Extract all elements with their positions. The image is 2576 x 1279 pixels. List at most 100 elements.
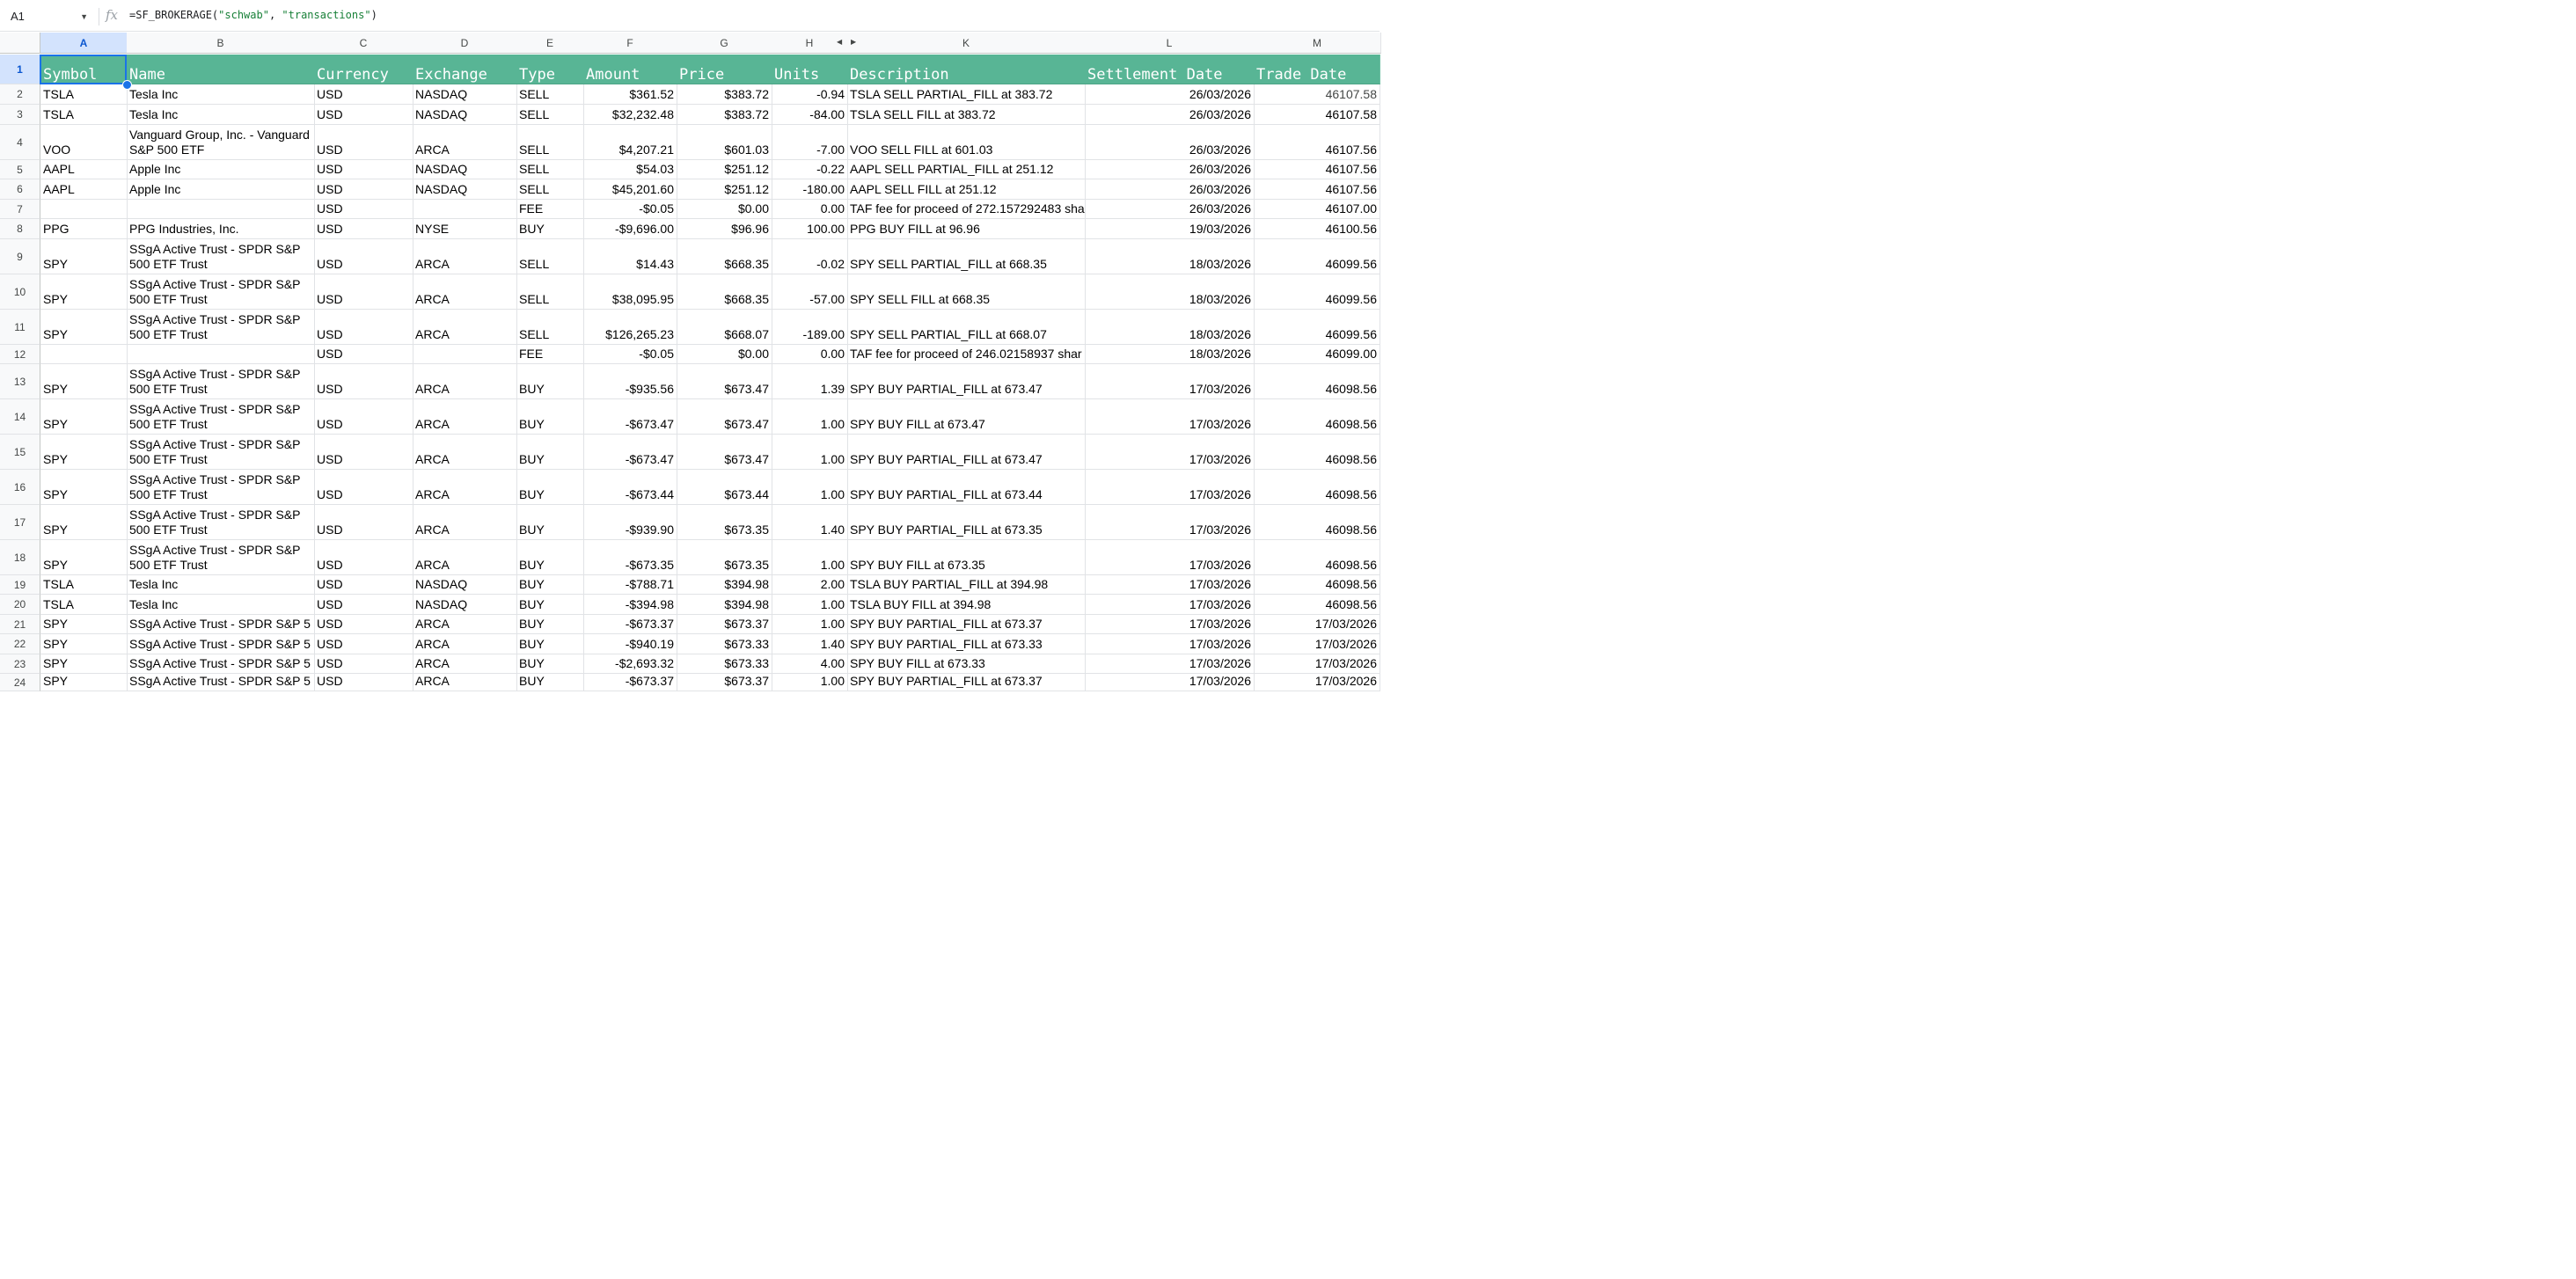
cell-name[interactable]: SSgA Active Trust - SPDR S&P 500 ETF Tru…	[127, 470, 315, 505]
cell-exchange[interactable]: ARCA	[413, 435, 517, 470]
cell-price[interactable]: $673.35	[677, 540, 772, 575]
header-cell-amount[interactable]: Amount	[583, 55, 677, 84]
cell-symbol[interactable]: TSLA	[40, 84, 128, 105]
cell-description[interactable]: AAPL SELL FILL at 251.12	[847, 179, 1086, 200]
cell-name[interactable]: Tesla Inc	[127, 105, 315, 125]
cell-symbol[interactable]: SPY	[40, 239, 128, 274]
cell-exchange[interactable]: ARCA	[413, 125, 517, 160]
column-header-d[interactable]: D	[413, 33, 517, 54]
cell-units[interactable]: -0.02	[772, 239, 848, 274]
cell-description[interactable]: SPY BUY PARTIAL_FILL at 673.47	[847, 435, 1086, 470]
name-box[interactable]: A1 ▼	[0, 4, 95, 29]
cell-name[interactable]	[127, 345, 315, 364]
cell-amount[interactable]: $4,207.21	[583, 125, 677, 160]
cell-units[interactable]: 1.00	[772, 470, 848, 505]
hidden-columns-right-arrow-icon[interactable]: ▶	[851, 38, 856, 46]
cell-type[interactable]: FEE	[516, 200, 584, 219]
cell-symbol[interactable]: PPG	[40, 219, 128, 239]
cell-type[interactable]: BUY	[516, 399, 584, 435]
cell-exchange[interactable]	[413, 345, 517, 364]
cell-symbol[interactable]: SPY	[40, 540, 128, 575]
cell-currency[interactable]: USD	[314, 200, 413, 219]
column-header-k[interactable]: K	[847, 33, 1086, 54]
cell-trade-date[interactable]: 46098.56	[1254, 505, 1380, 540]
cell-price[interactable]: $673.33	[677, 634, 772, 654]
cell-type[interactable]: SELL	[516, 310, 584, 345]
cell-name[interactable]: Tesla Inc	[127, 84, 315, 105]
cell-settlement-date[interactable]: 18/03/2026	[1085, 345, 1255, 364]
row-header-9[interactable]: 9	[0, 239, 40, 274]
cell-settlement-date[interactable]: 17/03/2026	[1085, 470, 1255, 505]
cell-trade-date[interactable]: 46107.56	[1254, 160, 1380, 179]
formula-input[interactable]: =SF_BROKERAGE("schwab", "transactions")	[129, 9, 377, 21]
cell-units[interactable]: 1.00	[772, 615, 848, 634]
cell-settlement-date[interactable]: 26/03/2026	[1085, 200, 1255, 219]
cell-units[interactable]: -0.22	[772, 160, 848, 179]
cell-type[interactable]: BUY	[516, 435, 584, 470]
cell-symbol[interactable]: SPY	[40, 310, 128, 345]
cell-units[interactable]: -7.00	[772, 125, 848, 160]
cell-symbol[interactable]: VOO	[40, 125, 128, 160]
cell-settlement-date[interactable]: 17/03/2026	[1085, 399, 1255, 435]
cell-currency[interactable]: USD	[314, 674, 413, 691]
cell-type[interactable]: SELL	[516, 274, 584, 310]
cell-exchange[interactable]: ARCA	[413, 310, 517, 345]
cell-name[interactable]: PPG Industries, Inc.	[127, 219, 315, 239]
cell-name[interactable]: SSgA Active Trust - SPDR S&P 500 ETF Tru…	[127, 364, 315, 399]
cell-type[interactable]: BUY	[516, 595, 584, 615]
row-header-19[interactable]: 19	[0, 575, 40, 595]
cell-description[interactable]: TSLA BUY FILL at 394.98	[847, 595, 1086, 615]
cell-settlement-date[interactable]: 26/03/2026	[1085, 105, 1255, 125]
cell-exchange[interactable]: ARCA	[413, 505, 517, 540]
cell-settlement-date[interactable]: 17/03/2026	[1085, 615, 1255, 634]
cell-amount[interactable]: -$788.71	[583, 575, 677, 595]
cell-units[interactable]: -84.00	[772, 105, 848, 125]
header-cell-symbol[interactable]: Symbol	[40, 55, 128, 84]
cell-units[interactable]: 1.40	[772, 505, 848, 540]
header-cell-exchange[interactable]: Exchange	[413, 55, 517, 84]
cell-units[interactable]: 1.00	[772, 540, 848, 575]
cell-currency[interactable]: USD	[314, 345, 413, 364]
cell-currency[interactable]: USD	[314, 575, 413, 595]
cell-currency[interactable]: USD	[314, 435, 413, 470]
cell-exchange[interactable]: ARCA	[413, 540, 517, 575]
row-header-12[interactable]: 12	[0, 345, 40, 364]
cell-units[interactable]: 0.00	[772, 345, 848, 364]
cell-currency[interactable]: USD	[314, 239, 413, 274]
column-header-a[interactable]: A	[40, 33, 128, 54]
column-header-m[interactable]: M	[1254, 33, 1381, 54]
cell-amount[interactable]: -$673.47	[583, 399, 677, 435]
cell-type[interactable]: BUY	[516, 674, 584, 691]
cell-name[interactable]: SSgA Active Trust - SPDR S&P 500 ETF Tru…	[127, 274, 315, 310]
cell-amount[interactable]: -$940.19	[583, 634, 677, 654]
cell-settlement-date[interactable]: 18/03/2026	[1085, 274, 1255, 310]
row-header-6[interactable]: 6	[0, 179, 40, 200]
hidden-columns-left-arrow-icon[interactable]: ◀	[837, 38, 842, 46]
cell-amount[interactable]: $54.03	[583, 160, 677, 179]
cell-amount[interactable]: -$0.05	[583, 345, 677, 364]
cell-description[interactable]: PPG BUY FILL at 96.96	[847, 219, 1086, 239]
cell-units[interactable]: 2.00	[772, 575, 848, 595]
row-header-11[interactable]: 11	[0, 310, 40, 345]
cell-currency[interactable]: USD	[314, 84, 413, 105]
row-header-14[interactable]: 14	[0, 399, 40, 435]
cell-symbol[interactable]: SPY	[40, 364, 128, 399]
cell-units[interactable]: 1.00	[772, 595, 848, 615]
cell-description[interactable]: AAPL SELL PARTIAL_FILL at 251.12	[847, 160, 1086, 179]
cell-trade-date[interactable]: 46099.00	[1254, 345, 1380, 364]
row-header-20[interactable]: 20	[0, 595, 40, 615]
cell-settlement-date[interactable]: 19/03/2026	[1085, 219, 1255, 239]
cell-price[interactable]: $673.35	[677, 505, 772, 540]
cell-amount[interactable]: -$673.47	[583, 435, 677, 470]
header-cell-type[interactable]: Type	[516, 55, 584, 84]
cell-exchange[interactable]: ARCA	[413, 274, 517, 310]
cell-price[interactable]: $668.07	[677, 310, 772, 345]
cell-type[interactable]: SELL	[516, 105, 584, 125]
cell-units[interactable]: 1.40	[772, 634, 848, 654]
cell-symbol[interactable]: SPY	[40, 674, 128, 691]
cell-exchange[interactable]: ARCA	[413, 239, 517, 274]
cell-settlement-date[interactable]: 17/03/2026	[1085, 505, 1255, 540]
cell-trade-date[interactable]: 46099.56	[1254, 274, 1380, 310]
cell-currency[interactable]: USD	[314, 654, 413, 674]
cell-trade-date[interactable]: 46098.56	[1254, 399, 1380, 435]
